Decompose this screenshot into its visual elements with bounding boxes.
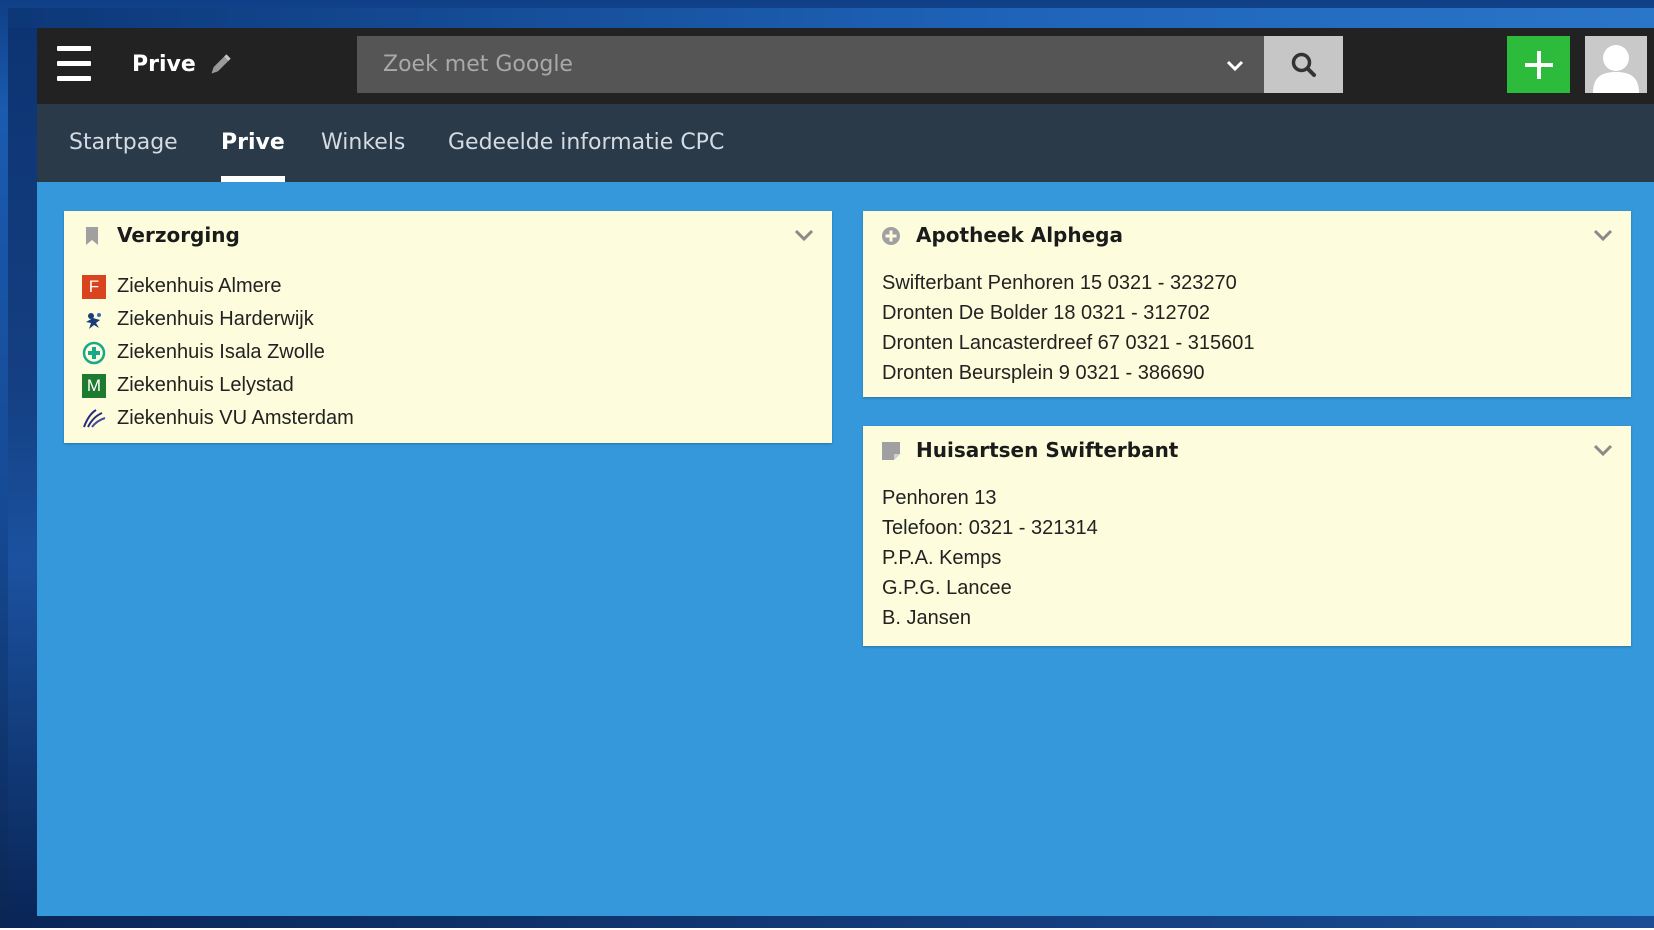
note-line: Telefoon: 0321 - 321314 (882, 517, 1098, 539)
widget-apotheek-alphega: Apotheek Alphega Swifterbant Penhoren 15… (863, 211, 1631, 397)
link-ziekenhuis-lelystad[interactable]: M Ziekenhuis Lelystad (82, 369, 354, 402)
chevron-down-icon[interactable] (1222, 52, 1248, 78)
menu-icon[interactable] (57, 46, 91, 82)
widget-header: Verzorging (64, 211, 832, 259)
link-ziekenhuis-harderwijk[interactable]: Ziekenhuis Harderwijk (82, 303, 354, 336)
app-window: Prive Zoek met Google Startpage Prive Wi… (37, 28, 1654, 916)
note-text: Swifterbant Penhoren 15 0321 - 323270 Dr… (882, 268, 1255, 388)
top-bar: Prive (37, 28, 1654, 104)
lelystad-logo-icon: M (82, 374, 106, 398)
tab-prive[interactable]: Prive (221, 104, 285, 182)
add-widget-button[interactable] (1507, 36, 1570, 93)
link-list: F Ziekenhuis Almere Ziekenhuis Harderwij… (82, 270, 354, 435)
note-line: Penhoren 13 (882, 487, 997, 509)
link-ziekenhuis-isala-zwolle[interactable]: Ziekenhuis Isala Zwolle (82, 336, 354, 369)
tab-startpage[interactable]: Startpage (69, 104, 178, 182)
note-line: B. Jansen (882, 607, 971, 629)
chevron-down-icon[interactable] (1591, 225, 1615, 245)
widget-header: Apotheek Alphega (863, 211, 1631, 259)
note-line: Swifterbant Penhoren 15 0321 - 323270 (882, 272, 1237, 294)
link-label: Ziekenhuis Lelystad (117, 374, 294, 396)
desktop-wallpaper-top (8, 8, 1654, 28)
link-ziekenhuis-vu-amsterdam[interactable]: Ziekenhuis VU Amsterdam (82, 402, 354, 435)
almere-logo-icon: F (82, 275, 106, 299)
link-label: Ziekenhuis Almere (117, 275, 282, 297)
avatar[interactable] (1585, 36, 1647, 93)
note-line: P.P.A. Kemps (882, 547, 1002, 569)
search-input[interactable] (357, 36, 1217, 93)
desktop-wallpaper-left (8, 28, 37, 916)
page-title: Prive (132, 52, 196, 77)
tab-bar: Startpage Prive Winkels Gedeelde informa… (37, 104, 1654, 182)
widget-title: Apotheek Alphega (916, 223, 1123, 247)
note-text: Penhoren 13 Telefoon: 0321 - 321314 P.P.… (882, 483, 1098, 633)
widget-verzorging: Verzorging F Ziekenhuis Almere Ziekenhui… (64, 211, 832, 443)
widget-header: Huisartsen Swifterbant (863, 426, 1631, 474)
link-label: Ziekenhuis Isala Zwolle (117, 341, 325, 363)
note-line: Dronten Beursplein 9 0321 - 386690 (882, 362, 1205, 384)
search-button[interactable] (1264, 36, 1343, 93)
harderwijk-logo-icon (82, 308, 106, 332)
note-line: Dronten Lancasterdreef 67 0321 - 315601 (882, 332, 1255, 354)
tab-winkels[interactable]: Winkels (321, 104, 405, 182)
plus-icon (1507, 48, 1570, 82)
vumc-logo-icon (82, 407, 106, 431)
isala-logo-icon (82, 341, 106, 365)
plus-circle-icon (881, 226, 901, 246)
tab-gedeelde-informatie-cpc[interactable]: Gedeelde informatie CPC (448, 104, 724, 182)
search-icon (1264, 50, 1343, 80)
link-label: Ziekenhuis Harderwijk (117, 308, 314, 330)
search-box (357, 36, 1264, 93)
note-icon (881, 441, 901, 461)
link-ziekenhuis-almere[interactable]: F Ziekenhuis Almere (82, 270, 354, 303)
note-line: Dronten De Bolder 18 0321 - 312702 (882, 302, 1211, 324)
widget-huisartsen-swifterbant: Huisartsen Swifterbant Penhoren 13 Telef… (863, 426, 1631, 646)
chevron-down-icon[interactable] (792, 225, 816, 245)
link-label: Ziekenhuis VU Amsterdam (117, 407, 354, 429)
chevron-down-icon[interactable] (1591, 440, 1615, 460)
bookmark-icon (82, 226, 102, 246)
note-line: G.P.G. Lancee (882, 577, 1012, 599)
widget-title: Verzorging (117, 223, 240, 247)
widget-title: Huisartsen Swifterbant (916, 438, 1179, 462)
pencil-icon[interactable] (205, 50, 235, 80)
